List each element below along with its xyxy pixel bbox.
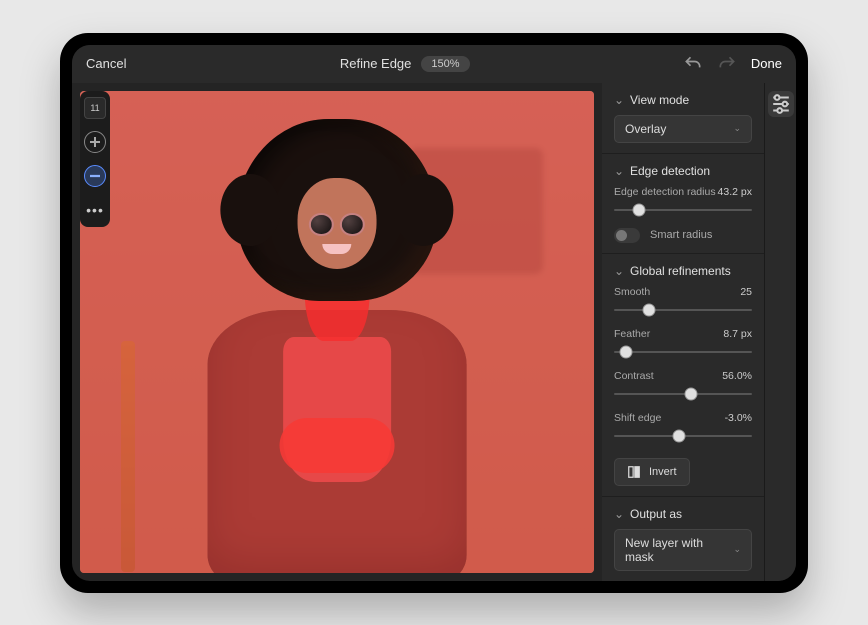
output-value: New layer with mask bbox=[625, 536, 733, 564]
contrast-slider[interactable] bbox=[614, 386, 752, 402]
feather-value: 8.7 px bbox=[723, 328, 752, 340]
properties-panel: ⌄ View mode Overlay ⌄ ⌄ Edge detection E… bbox=[602, 83, 764, 581]
chevron-down-icon: ⌄ bbox=[733, 544, 741, 555]
add-to-selection-icon[interactable] bbox=[84, 131, 106, 153]
radius-value: 43.2 px bbox=[718, 186, 752, 198]
smart-radius-label: Smart radius bbox=[650, 229, 712, 241]
feather-label: Feather bbox=[614, 328, 650, 340]
chevron-down-icon: ⌄ bbox=[614, 164, 624, 178]
chevron-down-icon: ⌄ bbox=[733, 123, 741, 134]
output-title: Output as bbox=[630, 507, 682, 521]
global-header[interactable]: ⌄ Global refinements bbox=[614, 264, 752, 278]
tablet-frame: Cancel Refine Edge 150% Done bbox=[60, 33, 808, 593]
app-screen: Cancel Refine Edge 150% Done bbox=[72, 45, 796, 581]
chevron-down-icon: ⌄ bbox=[614, 93, 624, 107]
top-bar: Cancel Refine Edge 150% Done bbox=[72, 45, 796, 83]
global-title: Global refinements bbox=[630, 264, 731, 278]
view-mode-header[interactable]: ⌄ View mode bbox=[614, 93, 752, 107]
edge-detection-title: Edge detection bbox=[630, 164, 710, 178]
invert-label: Invert bbox=[649, 466, 677, 478]
radius-label: Edge detection radius bbox=[614, 186, 716, 198]
contrast-value: 56.0% bbox=[722, 370, 752, 382]
canvas-area: 11 ••• bbox=[72, 83, 602, 581]
cancel-button[interactable]: Cancel bbox=[86, 56, 126, 71]
smooth-slider[interactable] bbox=[614, 302, 752, 318]
contrast-label: Contrast bbox=[614, 370, 654, 382]
view-mode-section: ⌄ View mode Overlay ⌄ bbox=[602, 83, 764, 154]
global-refinements-section: ⌄ Global refinements Smooth 25 Feather 8… bbox=[602, 254, 764, 497]
subtract-from-selection-icon[interactable] bbox=[84, 165, 106, 187]
redo-icon[interactable] bbox=[717, 54, 737, 74]
smart-radius-toggle[interactable] bbox=[614, 228, 640, 243]
panel-rail bbox=[764, 83, 796, 581]
shift-edge-label: Shift edge bbox=[614, 412, 661, 424]
edge-detection-header[interactable]: ⌄ Edge detection bbox=[614, 164, 752, 178]
output-section: ⌄ Output as New layer with mask ⌄ Decont… bbox=[602, 497, 764, 581]
zoom-badge[interactable]: 150% bbox=[421, 56, 469, 72]
image-canvas[interactable] bbox=[80, 91, 594, 573]
view-mode-value: Overlay bbox=[625, 122, 666, 136]
smooth-label: Smooth bbox=[614, 286, 650, 298]
done-button[interactable]: Done bbox=[751, 56, 782, 71]
page-title: Refine Edge bbox=[340, 56, 412, 71]
tool-strip: 11 ••• bbox=[80, 91, 110, 227]
brush-size-button[interactable]: 11 bbox=[84, 97, 106, 119]
more-tools-icon[interactable]: ••• bbox=[84, 199, 106, 221]
output-select[interactable]: New layer with mask ⌄ bbox=[614, 529, 752, 571]
undo-icon[interactable] bbox=[683, 54, 703, 74]
chevron-down-icon: ⌄ bbox=[614, 264, 624, 278]
edge-detection-section: ⌄ Edge detection Edge detection radius 4… bbox=[602, 154, 764, 254]
shift-edge-value: -3.0% bbox=[725, 412, 752, 424]
view-mode-select[interactable]: Overlay ⌄ bbox=[614, 115, 752, 143]
shift-edge-slider[interactable] bbox=[614, 428, 752, 444]
feather-slider[interactable] bbox=[614, 344, 752, 360]
smooth-value: 25 bbox=[740, 286, 752, 298]
output-header[interactable]: ⌄ Output as bbox=[614, 507, 752, 521]
view-mode-title: View mode bbox=[630, 93, 689, 107]
content-area: 11 ••• ⌄ View mode Overlay ⌄ bbox=[72, 83, 796, 581]
invert-icon bbox=[627, 465, 641, 479]
adjustments-icon[interactable] bbox=[768, 91, 794, 117]
invert-button[interactable]: Invert bbox=[614, 458, 690, 486]
radius-slider[interactable] bbox=[614, 202, 752, 218]
chevron-down-icon: ⌄ bbox=[614, 507, 624, 521]
